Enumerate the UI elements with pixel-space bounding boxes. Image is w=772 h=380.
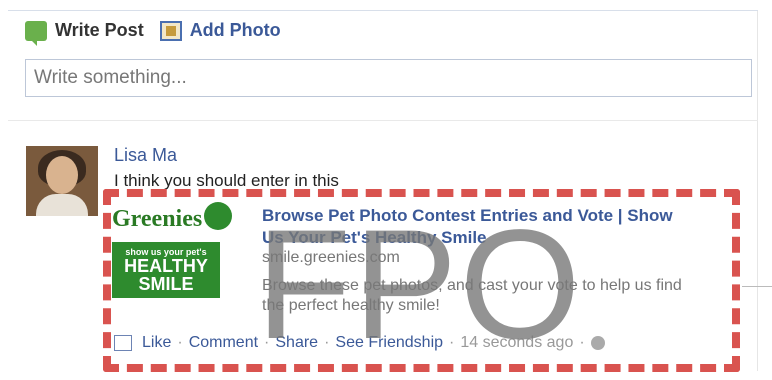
right-guide-line: [742, 286, 772, 287]
write-something-input[interactable]: Write something...: [25, 59, 752, 97]
see-friendship-link[interactable]: See Friendship: [335, 334, 443, 352]
logo-big-line2: SMILE: [138, 274, 194, 294]
write-post-tab[interactable]: Write Post: [25, 20, 144, 46]
timestamp[interactable]: 14 seconds ago: [460, 334, 573, 352]
like-icon: [114, 335, 132, 351]
logo-wordmark: Greenies: [112, 206, 203, 232]
share-domain: smile.greenies.com: [262, 249, 400, 266]
share-title-link[interactable]: Browse Pet Photo Contest Entries and Vot…: [262, 205, 692, 249]
add-photo-label: Add Photo: [189, 20, 281, 40]
post-message: I think you should enter in this: [114, 171, 339, 190]
camera-badge-icon: [204, 202, 232, 230]
logo-big-line1: HEALTHY: [124, 256, 208, 276]
avatar[interactable]: [26, 146, 98, 216]
share-link[interactable]: Share: [275, 334, 318, 352]
separator: ·: [324, 334, 330, 351]
separator: ·: [449, 334, 455, 351]
separator: ·: [264, 334, 270, 351]
status-icon: [25, 20, 47, 46]
write-post-label: Write Post: [55, 20, 144, 40]
add-photo-tab[interactable]: Add Photo: [159, 20, 281, 41]
separator: ·: [177, 334, 183, 351]
photo-icon: [159, 20, 182, 41]
section-divider: [8, 120, 758, 121]
globe-icon: [590, 336, 605, 350]
composer-bar: Write Post Add Photo: [25, 20, 281, 46]
write-something-placeholder: Write something...: [34, 67, 187, 88]
share-description: Browse these pet photos, and cast your v…: [262, 277, 682, 314]
separator: ·: [579, 334, 585, 351]
logo-box: show us your pet's HEALTHY SMILE: [112, 242, 220, 298]
author-name[interactable]: Lisa Ma: [114, 145, 177, 166]
like-link[interactable]: Like: [142, 334, 171, 352]
comment-link[interactable]: Comment: [189, 334, 258, 352]
post-actions: Like · Comment · Share · See Friendship …: [114, 334, 605, 352]
share-thumbnail[interactable]: Greenies show us your pet's HEALTHY SMIL…: [112, 202, 232, 298]
